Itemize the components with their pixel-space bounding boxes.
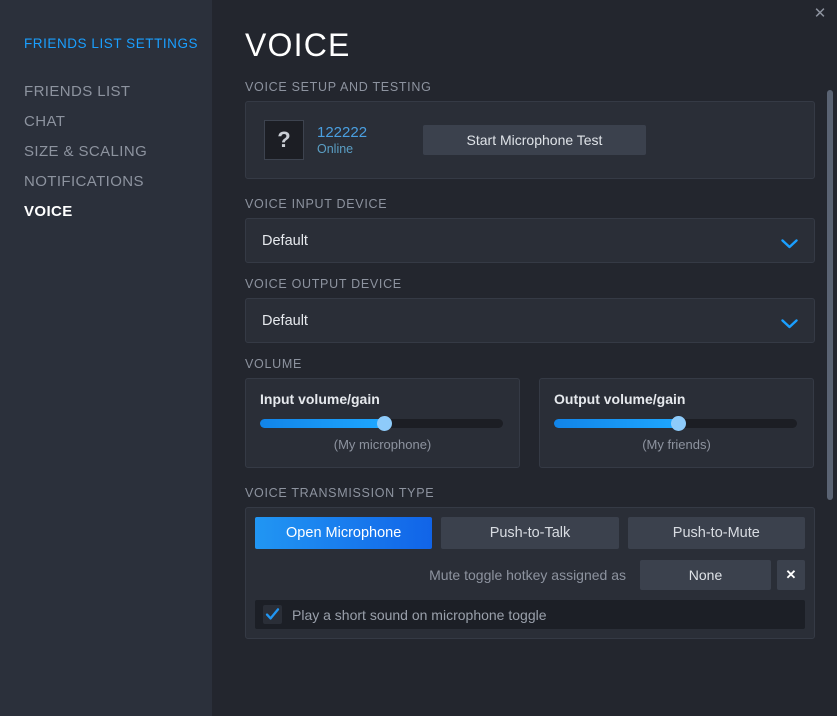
sidebar-title: FRIENDS LIST SETTINGS [24, 36, 212, 51]
chevron-down-icon [781, 316, 798, 326]
voice-transmission-panel: Open Microphone Push-to-Talk Push-to-Mut… [245, 507, 815, 639]
sidebar-item-notifications[interactable]: NOTIFICATIONS [24, 167, 212, 197]
output-volume-title: Output volume/gain [554, 391, 799, 407]
tab-open-microphone[interactable]: Open Microphone [255, 517, 432, 549]
output-volume-slider-thumb[interactable] [671, 416, 686, 431]
section-label-voice-output-device: VOICE OUTPUT DEVICE [245, 277, 815, 291]
output-volume-slider-fill [554, 419, 678, 428]
friends-list-settings-window: FRIENDS LIST SETTINGS FRIENDS LIST CHAT … [0, 0, 837, 716]
sidebar-item-size-scaling[interactable]: SIZE & SCALING [24, 137, 212, 167]
output-volume-sublabel: (My friends) [554, 437, 799, 452]
settings-main-panel: ✕ VOICE VOICE SETUP AND TESTING ? 122222… [212, 0, 837, 716]
persona-status: Online [317, 141, 401, 157]
chevron-down-icon [781, 236, 798, 246]
page-title: VOICE [245, 0, 837, 64]
input-volume-slider[interactable] [260, 419, 503, 428]
scrollbar-track[interactable] [827, 0, 833, 716]
sidebar-item-chat[interactable]: CHAT [24, 107, 212, 137]
voice-output-device-dropdown[interactable]: Default [245, 298, 815, 343]
mute-toggle-hotkey-label: Mute toggle hotkey assigned as [429, 567, 626, 583]
persona-block: 122222 Online [317, 124, 401, 157]
play-sound-toggle-row[interactable]: Play a short sound on microphone toggle [255, 600, 805, 629]
play-sound-checkbox[interactable] [263, 605, 282, 624]
sidebar-item-voice[interactable]: VOICE [24, 197, 212, 227]
check-icon [265, 607, 280, 622]
play-sound-label: Play a short sound on microphone toggle [292, 607, 547, 623]
voice-setup-panel: ? 122222 Online Start Microphone Test [245, 101, 815, 179]
sidebar-item-friends-list[interactable]: FRIENDS LIST [24, 77, 212, 107]
scrollbar-thumb[interactable] [827, 90, 833, 500]
volume-row: Input volume/gain (My microphone) Output… [245, 378, 815, 468]
settings-content-column: VOICE SETUP AND TESTING ? 122222 Online … [245, 80, 815, 639]
section-label-voice-input-device: VOICE INPUT DEVICE [245, 197, 815, 211]
voice-input-device-dropdown[interactable]: Default [245, 218, 815, 263]
persona-name: 122222 [317, 124, 401, 141]
tab-push-to-mute[interactable]: Push-to-Mute [628, 517, 805, 549]
output-volume-slider[interactable] [554, 419, 797, 428]
input-volume-slider-thumb[interactable] [377, 416, 392, 431]
input-volume-slider-fill [260, 419, 384, 428]
voice-output-device-value: Default [262, 313, 308, 329]
settings-sidebar: FRIENDS LIST SETTINGS FRIENDS LIST CHAT … [0, 0, 212, 716]
input-volume-sublabel: (My microphone) [260, 437, 505, 452]
output-volume-panel: Output volume/gain (My friends) [539, 378, 814, 468]
section-label-volume: VOLUME [245, 357, 815, 371]
voice-input-device-value: Default [262, 233, 308, 249]
section-label-voice-transmission-type: VOICE TRANSMISSION TYPE [245, 486, 815, 500]
clear-hotkey-icon[interactable]: ✕ [777, 560, 805, 590]
mute-toggle-hotkey-button[interactable]: None [640, 560, 771, 590]
transmission-tab-row: Open Microphone Push-to-Talk Push-to-Mut… [255, 517, 805, 549]
input-volume-panel: Input volume/gain (My microphone) [245, 378, 520, 468]
input-volume-title: Input volume/gain [260, 391, 505, 407]
mute-toggle-hotkey-row: Mute toggle hotkey assigned as None ✕ [255, 558, 805, 592]
start-microphone-test-button[interactable]: Start Microphone Test [423, 125, 646, 155]
section-label-voice-setup: VOICE SETUP AND TESTING [245, 80, 815, 94]
avatar: ? [264, 120, 304, 160]
tab-push-to-talk[interactable]: Push-to-Talk [441, 517, 618, 549]
